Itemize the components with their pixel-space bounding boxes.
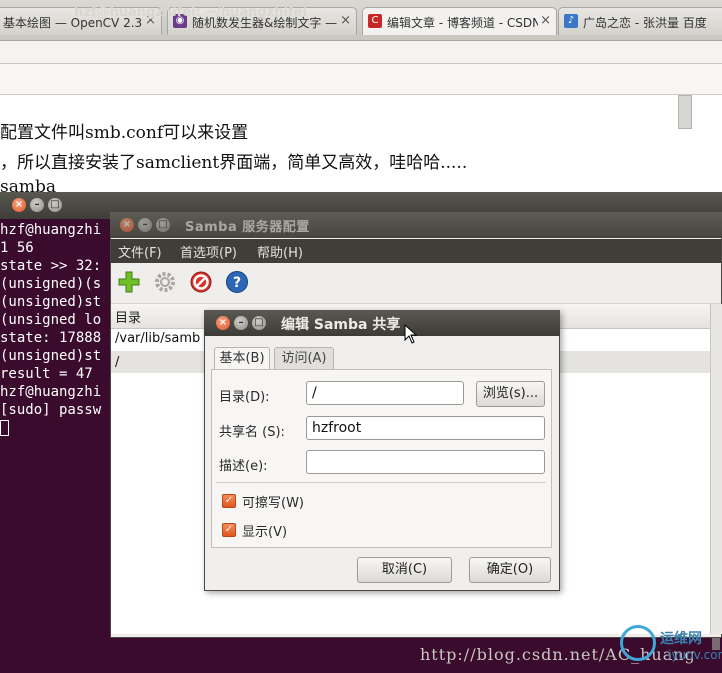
description-label: 描述(e): xyxy=(219,459,268,474)
terminal-line: hzf@huangzhi xyxy=(0,384,102,400)
browse-button[interactable]: 浏览(s)... xyxy=(476,381,545,407)
ok-button[interactable]: 确定(O) xyxy=(469,557,551,583)
tab-title: 广岛之恋 - 张洪量 百度 xyxy=(583,16,707,30)
share-list-scrollbar[interactable] xyxy=(710,304,722,634)
delete-share-icon[interactable] xyxy=(189,270,213,294)
directory-label: 目录(D): xyxy=(219,390,270,405)
mouse-pointer-icon xyxy=(404,324,418,344)
help-icon[interactable]: ? xyxy=(225,270,249,294)
watermark-logo-icon xyxy=(620,625,656,661)
page-scrollbar[interactable] xyxy=(678,95,692,129)
terminal-minimize-icon[interactable]: – xyxy=(30,198,44,212)
terminal-line: [sudo] passw xyxy=(0,402,102,418)
csdn-icon: C xyxy=(368,14,382,28)
tab-music[interactable]: ♪ 广岛之恋 - 张洪量 百度 xyxy=(558,7,722,35)
menu-preferences[interactable]: 首选项(P) xyxy=(180,242,237,261)
share-row[interactable]: / xyxy=(115,355,119,370)
terminal-line: state >> 32: xyxy=(0,258,102,274)
visible-checkbox[interactable]: ✓ xyxy=(222,523,236,537)
terminal-line: state: 17888 xyxy=(0,330,102,346)
share-name-input[interactable] xyxy=(306,416,545,440)
directory-input[interactable] xyxy=(306,381,464,405)
terminal-close-icon[interactable]: × xyxy=(12,198,26,212)
svg-text:?: ? xyxy=(233,275,241,291)
terminal-line: 1 56 xyxy=(0,240,34,256)
samba-window-title: Samba 服务器配置 xyxy=(185,220,310,235)
cancel-button[interactable]: 取消(C) xyxy=(357,557,452,583)
add-share-icon[interactable] xyxy=(117,270,141,294)
terminal-cursor xyxy=(0,420,9,436)
dialog-title: 编辑 Samba 共享 xyxy=(281,317,401,333)
editor-toolbar xyxy=(0,64,722,95)
browser-toolbar xyxy=(0,41,722,64)
page-text-line: 配置文件叫smb.conf可以来设置 xyxy=(0,123,249,143)
writable-checkbox[interactable]: ✓ xyxy=(222,494,236,508)
terminal-line: (unsigned)(s xyxy=(0,276,102,292)
page-text-line: ，所以直接安装了samclient界面端，简单又高效，哇哈哈..... xyxy=(0,153,468,173)
terminal-line: (unsigned)st xyxy=(0,294,102,310)
share-name-label: 共享名 (S): xyxy=(219,425,285,440)
menu-help[interactable]: 帮助(H) xyxy=(257,242,303,261)
terminal-line: (unsigned)st xyxy=(0,348,102,364)
tab-access[interactable]: 访问(A) xyxy=(274,347,334,369)
divider xyxy=(216,482,546,483)
samba-maximize-icon[interactable]: □ xyxy=(156,218,170,232)
visible-label[interactable]: 显示(V) xyxy=(242,521,287,540)
samba-minimize-icon[interactable]: – xyxy=(138,218,152,232)
dialog-minimize-icon[interactable]: – xyxy=(234,316,248,330)
gear-icon[interactable] xyxy=(153,270,177,294)
tab-csdn-edit-article[interactable]: C 编辑文章 - 博客频道 - CSDN × xyxy=(362,7,557,35)
dialog-close-icon[interactable]: × xyxy=(216,316,230,330)
terminal-maximize-icon[interactable]: □ xyxy=(48,198,62,212)
description-input[interactable] xyxy=(306,450,545,474)
watermark-logo-sub: iyunv.com xyxy=(668,648,722,662)
dialog-maximize-icon[interactable]: □ xyxy=(252,316,266,330)
terminal-line: hzf@huangzhi xyxy=(0,222,102,238)
samba-close-icon[interactable]: × xyxy=(120,218,134,232)
terminal-line: (unsigned lo xyxy=(0,312,102,328)
terminal-line: result = 47 xyxy=(0,366,93,382)
terminal-title: hzf@huangzhifei: ~/huangzhifei xyxy=(74,5,307,20)
tab-close-icon[interactable]: × xyxy=(540,13,551,28)
column-header-directory[interactable]: 目录 xyxy=(115,307,141,326)
watermark-logo-text: 运维网 xyxy=(660,631,702,647)
writable-label[interactable]: 可擦写(W) xyxy=(242,492,304,511)
music-icon: ♪ xyxy=(564,14,578,28)
tab-close-icon[interactable]: × xyxy=(340,13,351,28)
tab-basic[interactable]: 基本(B) xyxy=(214,347,270,369)
share-row[interactable]: /var/lib/samb xyxy=(115,331,200,346)
menu-file[interactable]: 文件(F) xyxy=(118,242,162,261)
tab-title: 编辑文章 - 博客频道 - CSDN xyxy=(387,16,538,30)
